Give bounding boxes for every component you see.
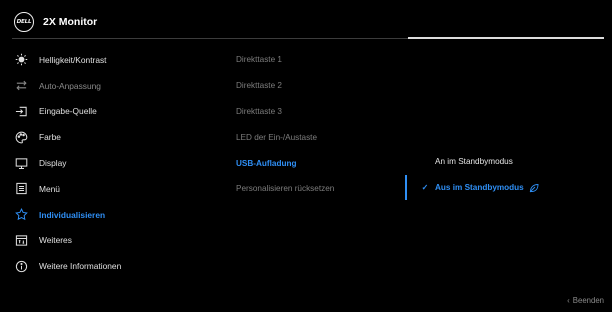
osd-header: DELL 2X Monitor <box>14 10 97 34</box>
submenu-item-shortcut-key-3[interactable]: Direkttaste 3 <box>236 99 406 125</box>
submenu-item-reset-personalization[interactable]: Personalisieren rücksetzen <box>236 176 406 202</box>
menu-item-label: Eingabe-Quelle <box>39 106 97 117</box>
brightness-icon <box>14 53 28 67</box>
selection-indicator <box>405 175 407 200</box>
menu-item-label: Auto-Anpassung <box>39 80 101 91</box>
option-label: Aus im Standbymodus <box>435 183 524 193</box>
info-icon <box>14 259 28 273</box>
header-divider <box>12 38 408 39</box>
menu-item-personalize[interactable]: Individualisieren <box>14 202 214 228</box>
option-off-in-standby[interactable]: ✓ Aus im Standbymodus <box>420 175 600 201</box>
palette-icon <box>14 130 28 144</box>
menu-icon <box>14 182 28 196</box>
auto-adjust-icon <box>14 79 28 93</box>
star-icon <box>14 208 28 222</box>
input-source-icon <box>14 104 28 118</box>
menu-item-display[interactable]: Display <box>14 150 214 176</box>
header-divider-highlight <box>408 37 604 39</box>
menu-item-others[interactable]: Weiteres <box>14 228 214 254</box>
menu-item-label: Farbe <box>39 132 61 143</box>
main-menu: Helligkeit/Kontrast Auto-Anpassung Einga… <box>14 47 214 279</box>
submenu-item-power-led[interactable]: LED der Ein-/Austaste <box>236 124 406 150</box>
menu-item-menu[interactable]: Menü <box>14 176 214 202</box>
menu-item-brightness-contrast[interactable]: Helligkeit/Kontrast <box>14 47 214 73</box>
monitor-osd: DELL 2X Monitor Helligkeit/Kontrast Auto… <box>0 0 612 312</box>
dell-logo: DELL <box>14 12 34 32</box>
checkmark-icon: ✓ <box>421 183 429 193</box>
exit-label: Beenden <box>572 296 604 305</box>
submenu-item-shortcut-key-2[interactable]: Direkttaste 2 <box>236 73 406 99</box>
eco-leaf-icon <box>529 183 539 193</box>
submenu-item-usb-charging[interactable]: USB-Aufladung <box>236 150 406 176</box>
exit-button[interactable]: ‹ Beenden <box>567 296 604 305</box>
menu-item-auto-adjust[interactable]: Auto-Anpassung <box>14 73 214 99</box>
menu-item-label: Weiteres <box>39 235 72 246</box>
submenu: Direkttaste 1 Direkttaste 2 Direkttaste … <box>236 47 406 202</box>
usb-charging-options: An im Standbymodus ✓ Aus im Standbymodus <box>420 149 600 201</box>
menu-item-input-source[interactable]: Eingabe-Quelle <box>14 99 214 125</box>
menu-item-label: Individualisieren <box>39 209 106 220</box>
others-icon <box>14 233 28 247</box>
submenu-item-shortcut-key-1[interactable]: Direkttaste 1 <box>236 47 406 73</box>
chevron-left-icon: ‹ <box>567 296 570 305</box>
menu-item-label: Display <box>39 158 67 169</box>
menu-item-color[interactable]: Farbe <box>14 124 214 150</box>
osd-title: 2X Monitor <box>43 16 98 28</box>
menu-item-label: Helligkeit/Kontrast <box>39 54 107 65</box>
option-label: An im Standbymodus <box>435 157 513 167</box>
option-on-in-standby[interactable]: An im Standbymodus <box>420 149 600 175</box>
menu-item-label: Weitere Informationen <box>39 261 122 272</box>
display-icon <box>14 156 28 170</box>
menu-item-label: Menü <box>39 183 60 194</box>
menu-item-more-info[interactable]: Weitere Informationen <box>14 253 214 279</box>
